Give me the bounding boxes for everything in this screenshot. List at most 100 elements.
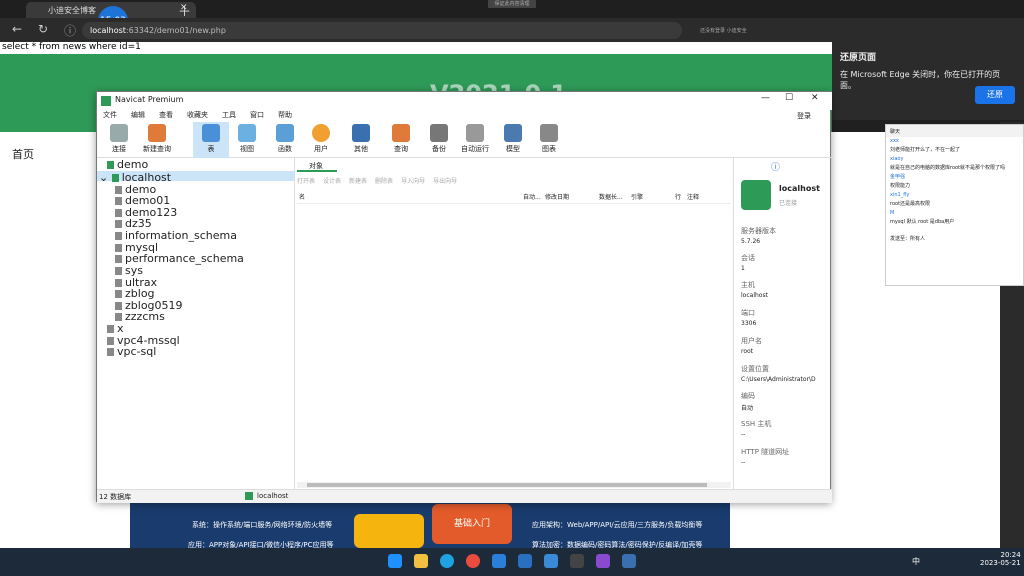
info-icon[interactable]: ⓘ — [771, 160, 780, 173]
menu-help[interactable]: 帮助 — [278, 110, 292, 120]
chat-message: mysql 默认 root 是dba用户 — [890, 219, 955, 225]
url-path: :63342/demo01/new.php — [125, 26, 226, 35]
restore-button[interactable]: 还原 — [975, 86, 1015, 104]
app-icon[interactable] — [570, 554, 584, 568]
connection-icon — [107, 337, 114, 345]
tree-conn-demo[interactable]: demo — [107, 158, 148, 171]
col-comment[interactable]: 注释 — [687, 192, 699, 201]
info-value: localhost — [741, 292, 768, 299]
chat-send-to[interactable]: 发送至：所有人 — [886, 235, 1023, 244]
chat-message: 刘老师能打开么了，不在一起了 — [890, 147, 961, 153]
profile-text: 还没有登录 小迪安全 — [700, 28, 747, 34]
backup-icon — [430, 124, 448, 142]
banner-center: 基础入门 — [432, 504, 512, 544]
explorer-icon[interactable] — [414, 554, 428, 568]
backup-button[interactable]: 备份 — [421, 124, 457, 154]
object-toolbar: 打开表 设计表 新建表 删除表 导入向导 导出向导 — [297, 176, 731, 188]
new-query-icon — [148, 124, 166, 142]
edge-icon[interactable] — [440, 554, 454, 568]
mysql-dolphin-icon — [741, 180, 771, 210]
query-button[interactable]: 查询 — [383, 124, 419, 154]
info-label: 用户名 — [741, 337, 762, 345]
app-icon[interactable] — [518, 554, 532, 568]
banner-line: 应用架构：Web/APP/API/云应用/三方服务/负载均衡等 — [532, 521, 703, 529]
database-icon — [115, 290, 122, 298]
scrollbar-thumb[interactable] — [307, 483, 707, 487]
maximize-icon[interactable]: ☐ — [785, 93, 793, 103]
status-db-count: 12 数据库 — [99, 493, 132, 501]
view-button[interactable]: 视图 — [229, 124, 265, 154]
login-button[interactable]: 登录 — [797, 111, 811, 121]
app-icon[interactable] — [596, 554, 610, 568]
view-icon — [238, 124, 256, 142]
table-button[interactable]: 表 — [193, 124, 229, 154]
menu-window[interactable]: 窗口 — [250, 110, 264, 120]
app-icon[interactable] — [492, 554, 506, 568]
col-rows[interactable]: 行 — [675, 192, 681, 201]
start-icon[interactable] — [388, 554, 402, 568]
banner-line: 系统：操作系统/端口服务/网络环境/防火墙等 — [192, 521, 333, 529]
url-host: localhost — [90, 26, 126, 35]
menu-tools[interactable]: 工具 — [222, 110, 236, 120]
restore-popup: 还原页面 在 Microsoft Edge 关闭时，你在已打开的页面。 — [832, 42, 1024, 120]
database-icon — [115, 186, 122, 194]
tab-title: 小迪安全博客 — [48, 6, 96, 15]
database-icon — [115, 279, 122, 287]
url-input[interactable]: localhost:63342/demo01/new.php — [82, 22, 682, 39]
design-table-button[interactable]: 设计表 — [323, 178, 341, 185]
chat-title: 聊天 — [886, 125, 1023, 137]
import-wizard-button[interactable]: 导入向导 — [401, 178, 425, 185]
refresh-icon[interactable]: ↻ — [38, 22, 48, 36]
col-name[interactable]: 名 — [299, 192, 305, 201]
info-label: SSH 主机 — [741, 420, 772, 428]
model-icon — [504, 124, 522, 142]
chat-name: M — [890, 210, 895, 216]
connection-icon — [107, 161, 114, 169]
minimize-icon[interactable]: — — [761, 93, 770, 103]
info-conn-name: localhost — [779, 184, 820, 193]
app-icon[interactable] — [544, 554, 558, 568]
status-bar: 12 数据库 localhost — [97, 489, 832, 503]
info-label: 编码 — [741, 392, 755, 400]
col-engine[interactable]: 引擎 — [631, 192, 643, 201]
connection-icon — [107, 348, 114, 356]
chat-message: root还是最高权限 — [890, 201, 931, 207]
open-table-button[interactable]: 打开表 — [297, 178, 315, 185]
home-link[interactable]: 首页 — [12, 146, 34, 162]
chrome-icon[interactable] — [466, 554, 480, 568]
menu-favorites[interactable]: 收藏夹 — [187, 110, 208, 120]
query-icon — [392, 124, 410, 142]
database-icon — [115, 244, 122, 252]
col-size[interactable]: 数据长... — [599, 192, 623, 201]
chart-icon — [540, 124, 558, 142]
chat-message: 就是在自己的电脑的数据库root就不是那个权限了吗 — [890, 165, 1006, 171]
tab-objects[interactable]: 对象 — [297, 158, 337, 172]
connect-button[interactable]: 连接 — [101, 124, 137, 154]
user-button[interactable]: 用户 — [303, 124, 339, 154]
menu-view[interactable]: 查看 — [159, 110, 173, 120]
function-button[interactable]: 函数 — [267, 124, 303, 154]
col-auto[interactable]: 自动... — [523, 192, 541, 201]
new-query-button[interactable]: 新建查询 — [139, 124, 175, 154]
model-button[interactable]: 模型 — [495, 124, 531, 154]
popup-title: 还原页面 — [840, 53, 877, 63]
other-button[interactable]: 其他 — [343, 124, 379, 154]
chart-button[interactable]: 图表 — [531, 124, 567, 154]
close-icon[interactable]: ✕ — [811, 93, 819, 103]
ime-indicator[interactable]: 中 — [912, 556, 920, 567]
delete-table-button[interactable]: 删除表 — [375, 178, 393, 185]
chat-name: xiaoy — [890, 156, 904, 162]
col-modified[interactable]: 修改日期 — [545, 192, 569, 201]
menu-file[interactable]: 文件 — [103, 110, 117, 120]
automation-button[interactable]: 自动运行 — [457, 124, 493, 154]
app-icon[interactable] — [622, 554, 636, 568]
export-wizard-button[interactable]: 导出向导 — [433, 178, 457, 185]
tree-conn[interactable]: vpc-sql — [107, 345, 156, 358]
system-clock[interactable]: 20:24 2023-05-21 — [980, 551, 1021, 567]
info-label: HTTP 隧道网址 — [741, 448, 790, 456]
back-icon[interactable]: ← — [12, 22, 22, 36]
new-table-button[interactable]: 新建表 — [349, 178, 367, 185]
database-icon — [115, 220, 122, 228]
menu-edit[interactable]: 编辑 — [131, 110, 145, 120]
info-value: 3306 — [741, 320, 757, 327]
